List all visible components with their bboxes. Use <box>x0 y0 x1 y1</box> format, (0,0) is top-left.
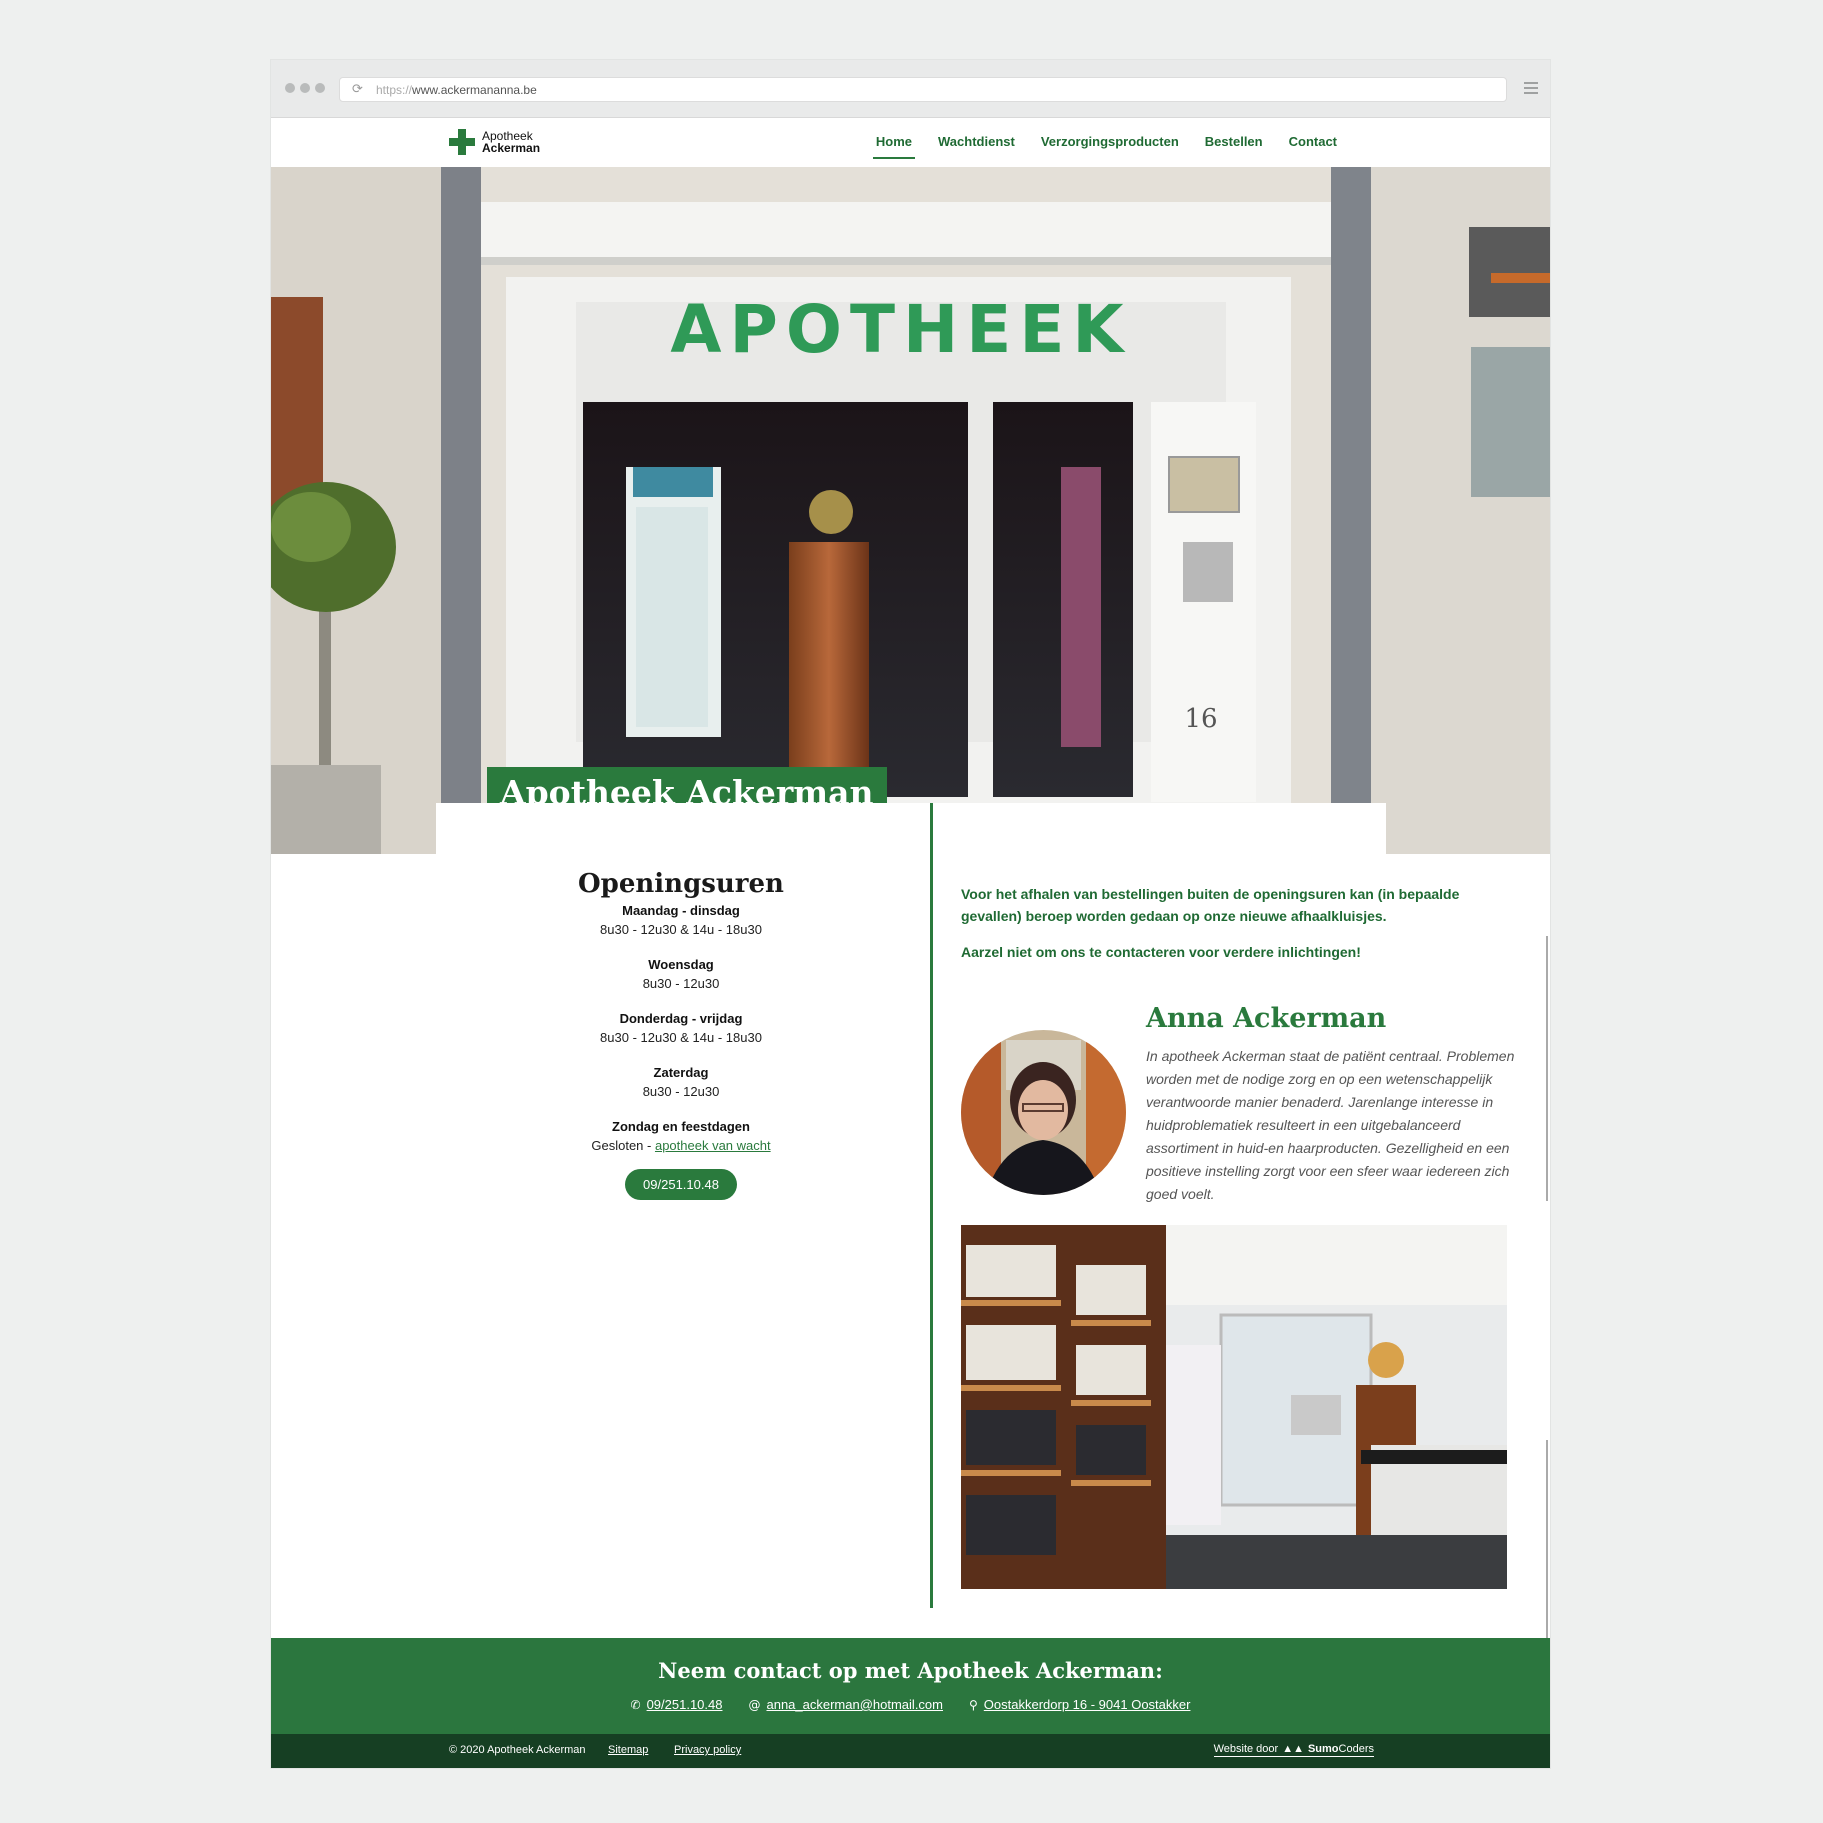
credit-brand-rest: Coders <box>1338 1743 1374 1755</box>
time-label: 8u30 - 12u30 <box>642 976 720 991</box>
map-pin-icon: ⚲ <box>969 1697 978 1712</box>
phone-icon: ✆ <box>630 1697 641 1712</box>
at-icon: @ <box>748 1697 761 1712</box>
day-label: Zaterdag <box>653 1065 709 1080</box>
intro-paragraph: Voor het afhalen van bestellingen buiten… <box>961 886 1460 924</box>
contact-address-link[interactable]: Oostakkerdorp 16 - 9041 Oostakker <box>984 1697 1191 1712</box>
menu-icon[interactable] <box>1524 82 1538 94</box>
profile-name: Anna Ackerman <box>1146 1003 1387 1034</box>
copyright: © 2020 Apotheek Ackerman <box>449 1744 586 1756</box>
day-label: Woensdag <box>648 957 714 972</box>
opening-hours: Openingsuren Maandag - dinsdag 8u30 - 12… <box>436 803 926 1200</box>
contact-email-link[interactable]: anna_ackerman@hotmail.com <box>766 1697 943 1712</box>
credit-brand-bold: Sumo <box>1307 1743 1339 1755</box>
intro-cta: Aarzel niet om ons te contacteren voor v… <box>961 944 1361 960</box>
nav-bestellen[interactable]: Bestellen <box>1192 118 1276 167</box>
profile-bio: In apotheek Ackerman staat de patiënt ce… <box>1146 1048 1515 1202</box>
time-label: 8u30 - 12u30 & 14u - 18u30 <box>600 922 762 937</box>
scrollbar[interactable] <box>1546 936 1548 1201</box>
url-text[interactable]: https://www.ackermananna.be <box>376 83 537 97</box>
day-label: Donderdag - vrijdag <box>619 1011 743 1026</box>
nav-contact[interactable]: Contact <box>1276 118 1350 167</box>
window-controls[interactable] <box>285 83 325 93</box>
browser-toolbar: ⟳ https://www.ackermananna.be <box>271 60 1550 118</box>
credit-link[interactable]: Website door ▲▲ SumoCoders <box>1213 1743 1374 1757</box>
time-label: 8u30 - 12u30 & 14u - 18u30 <box>600 1030 762 1045</box>
pharmacy-cross-icon <box>449 129 475 155</box>
logo[interactable]: Apotheek Ackerman <box>449 129 540 155</box>
credit-prefix: Website door <box>1213 1743 1279 1755</box>
profile-card: Anna Ackerman In apotheek Ackerman staat… <box>961 1003 1521 1203</box>
address-bar[interactable]: ⟳ https://www.ackermananna.be <box>339 77 1507 102</box>
intro-text: Voor het afhalen van bestellingen buiten… <box>961 883 1481 963</box>
closed-text: Gesloten - <box>591 1138 655 1153</box>
reload-icon[interactable]: ⟳ <box>352 82 363 97</box>
sign-text: APOTHEEK <box>670 291 1131 368</box>
nav-wachtdienst[interactable]: Wachtdienst <box>925 118 1028 167</box>
nav-verzorgingsproducten[interactable]: Verzorgingsproducten <box>1028 118 1192 167</box>
opening-hours-heading: Openingsuren <box>578 869 784 899</box>
contact-heading: Neem contact op met Apotheek Ackerman: <box>658 1658 1163 1683</box>
privacy-link[interactable]: Privacy policy <box>674 1744 741 1756</box>
time-label: 8u30 - 12u30 <box>642 1084 720 1099</box>
column-divider <box>930 803 933 1608</box>
logo-line2: Ackerman <box>482 141 541 155</box>
content-panel: Openingsuren Maandag - dinsdag 8u30 - 12… <box>436 803 1514 1723</box>
avatar <box>961 1030 1126 1195</box>
browser-window: ⟳ https://www.ackermananna.be Apotheek A… <box>271 60 1550 1768</box>
hero-image: APOTHEEK 16 Apotheek Ackerman <box>271 167 1550 854</box>
contact-band: Neem contact op met Apotheek Ackerman: ✆… <box>271 1638 1550 1734</box>
contact-phone-link[interactable]: 09/251.10.48 <box>647 1697 723 1712</box>
closed-day-label: Zondag en feestdagen <box>612 1119 750 1134</box>
main-column: Voor het afhalen van bestellingen buiten… <box>961 803 1514 1203</box>
storefront-photo: APOTHEEK 16 <box>271 167 1550 854</box>
sitemap-link[interactable]: Sitemap <box>608 1744 648 1756</box>
main-nav: Home Wachtdienst Verzorgingsproducten Be… <box>863 118 1350 167</box>
nav-home[interactable]: Home <box>863 118 925 167</box>
footer-bar: © 2020 Apotheek Ackerman Sitemap Privacy… <box>271 1734 1550 1768</box>
interior-photo <box>961 1225 1507 1589</box>
on-duty-pharmacy-link[interactable]: apotheek van wacht <box>655 1138 771 1153</box>
day-label: Maandag - dinsdag <box>622 903 740 918</box>
house-number: 16 <box>1184 704 1217 734</box>
phone-button[interactable]: 09/251.10.48 <box>625 1169 737 1200</box>
site-header: Apotheek Ackerman Home Wachtdienst Verzo… <box>271 118 1550 167</box>
sumocoders-logo-icon: ▲▲ <box>1282 1743 1304 1755</box>
